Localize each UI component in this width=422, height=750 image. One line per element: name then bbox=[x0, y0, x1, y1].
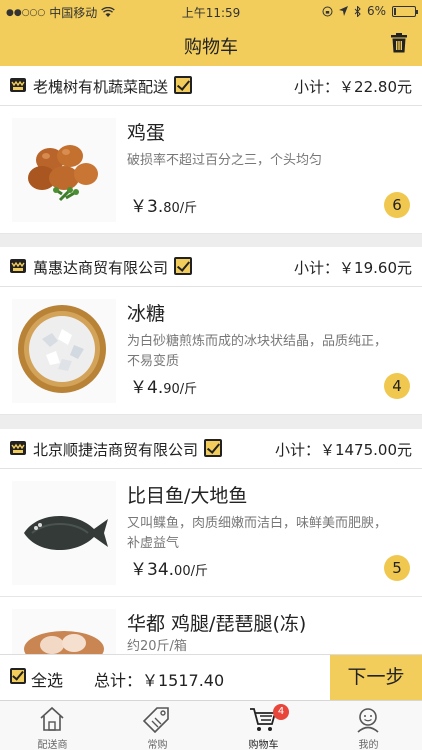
location-icon bbox=[338, 6, 348, 16]
store-header: 北京顺捷洁商贸有限公司 小计：￥1475.00元 bbox=[0, 429, 422, 469]
product-image-rock-sugar bbox=[12, 299, 116, 403]
select-all-label[interactable]: 全选 bbox=[31, 667, 63, 691]
tab-bar: 配送商 常购 4 购物车 我的 bbox=[0, 700, 422, 750]
home-icon bbox=[40, 706, 64, 731]
cart-item[interactable]: 华都 鸡腿/琵琶腿(冻) 约20斤/箱 bbox=[0, 597, 422, 654]
store-checkbox[interactable] bbox=[204, 439, 222, 457]
battery-icon bbox=[392, 5, 418, 17]
quantity-badge[interactable]: 5 bbox=[384, 555, 410, 581]
quantity-badge[interactable]: 4 bbox=[384, 373, 410, 399]
store-checkbox[interactable] bbox=[174, 76, 192, 94]
price-unit: 80/斤 bbox=[163, 201, 198, 216]
price-unit: 90/斤 bbox=[163, 382, 198, 397]
price-unit: 00/斤 bbox=[174, 564, 208, 579]
item-description: 破损率不超过百分之三，个头均匀 bbox=[127, 153, 323, 168]
store-name: 老槐树有机蔬菜配送 bbox=[33, 78, 169, 96]
store-name: 北京顺捷洁商贸有限公司 bbox=[33, 441, 199, 459]
tab-label: 购物车 bbox=[248, 740, 279, 750]
store-header: 萬惠达商贸有限公司 小计：￥19.60元 bbox=[0, 247, 422, 287]
product-image-chicken-legs bbox=[12, 609, 116, 654]
item-name: 比目鱼/大地鱼 bbox=[127, 485, 248, 507]
tab-label: 常购 bbox=[147, 740, 168, 750]
quantity-badge[interactable]: 6 bbox=[384, 192, 410, 218]
item-price: ￥4.90/斤 bbox=[130, 373, 197, 398]
price-main: ￥3. bbox=[130, 197, 164, 217]
cart-item[interactable]: 冰糖 为白砂糖煎炼而成的冰块状结晶，品质纯正，不易变质 ￥4.90/斤 4 bbox=[0, 287, 422, 415]
tab-label: 配送商 bbox=[37, 740, 68, 750]
nav-bar: 购物车 bbox=[0, 22, 422, 66]
select-all-checkbox[interactable] bbox=[10, 668, 26, 684]
page-title: 购物车 bbox=[184, 37, 238, 58]
store-section: 老槐树有机蔬菜配送 小计：￥22.80元 鸡蛋 破损率不超过百分之三，个头均匀 … bbox=[0, 66, 422, 234]
status-bar: ●●○○○ 中国移动 上午11:59 6% bbox=[0, 0, 422, 22]
product-image-eggs bbox=[12, 118, 116, 222]
total-amount: 总计：￥1517.40 bbox=[94, 671, 225, 690]
store-checkbox[interactable] bbox=[174, 257, 192, 275]
user-icon bbox=[357, 708, 379, 733]
item-name: 华都 鸡腿/琵琶腿(冻) bbox=[127, 613, 307, 635]
cart-item[interactable]: 比目鱼/大地鱼 又叫鲽鱼，肉质细嫩而洁白，味鲜美而肥腴，补虚益气 ￥34.00/… bbox=[0, 469, 422, 597]
shop-icon bbox=[10, 259, 26, 273]
tab-cart[interactable]: 4 购物车 bbox=[211, 701, 316, 750]
price-main: ￥34. bbox=[130, 560, 175, 580]
cart-count-badge: 4 bbox=[273, 704, 289, 720]
lock-rotation-icon bbox=[322, 6, 333, 16]
product-image-flatfish bbox=[12, 481, 116, 585]
shop-icon bbox=[10, 78, 26, 92]
bluetooth-icon bbox=[354, 5, 361, 17]
item-description: 又叫鲽鱼，肉质细嫩而洁白，味鲜美而肥腴，补虚益气 bbox=[127, 516, 388, 551]
tag-icon bbox=[143, 707, 169, 733]
tab-label: 我的 bbox=[358, 740, 379, 750]
tab-profile[interactable]: 我的 bbox=[316, 701, 421, 750]
checkout-bar: 全选 总计：￥1517.40 下一步 bbox=[0, 654, 422, 701]
next-step-button[interactable]: 下一步 bbox=[330, 655, 422, 701]
store-subtotal: 小计：￥22.80元 bbox=[294, 78, 412, 96]
item-name: 冰糖 bbox=[127, 303, 166, 325]
item-price: ￥34.00/斤 bbox=[130, 555, 208, 580]
trash-icon[interactable] bbox=[390, 33, 408, 53]
shop-icon bbox=[10, 441, 26, 455]
store-header: 老槐树有机蔬菜配送 小计：￥22.80元 bbox=[0, 66, 422, 106]
item-description: 约20斤/箱 bbox=[127, 639, 187, 654]
price-main: ￥4. bbox=[130, 378, 164, 398]
tab-suppliers[interactable]: 配送商 bbox=[0, 701, 105, 750]
item-price: ￥3.80/斤 bbox=[130, 192, 197, 217]
cart-item[interactable]: 鸡蛋 破损率不超过百分之三，个头均匀 ￥3.80/斤 6 bbox=[0, 106, 422, 234]
store-section: 萬惠达商贸有限公司 小计：￥19.60元 冰糖 为白砂糖煎炼而成的冰块状结晶，品… bbox=[0, 247, 422, 415]
cart-list[interactable]: 老槐树有机蔬菜配送 小计：￥22.80元 鸡蛋 破损率不超过百分之三，个头均匀 … bbox=[0, 66, 422, 654]
store-section: 北京顺捷洁商贸有限公司 小计：￥1475.00元 比目鱼/大地鱼 又叫鲽鱼，肉质… bbox=[0, 429, 422, 654]
tab-frequent[interactable]: 常购 bbox=[105, 701, 210, 750]
item-description: 为白砂糖煎炼而成的冰块状结晶，品质纯正，不易变质 bbox=[127, 334, 388, 369]
store-subtotal: 小计：￥19.60元 bbox=[294, 259, 412, 277]
battery-label: 6% bbox=[366, 4, 386, 18]
store-name: 萬惠达商贸有限公司 bbox=[33, 259, 169, 277]
store-subtotal: 小计：￥1475.00元 bbox=[274, 441, 412, 459]
item-name: 鸡蛋 bbox=[127, 122, 166, 144]
